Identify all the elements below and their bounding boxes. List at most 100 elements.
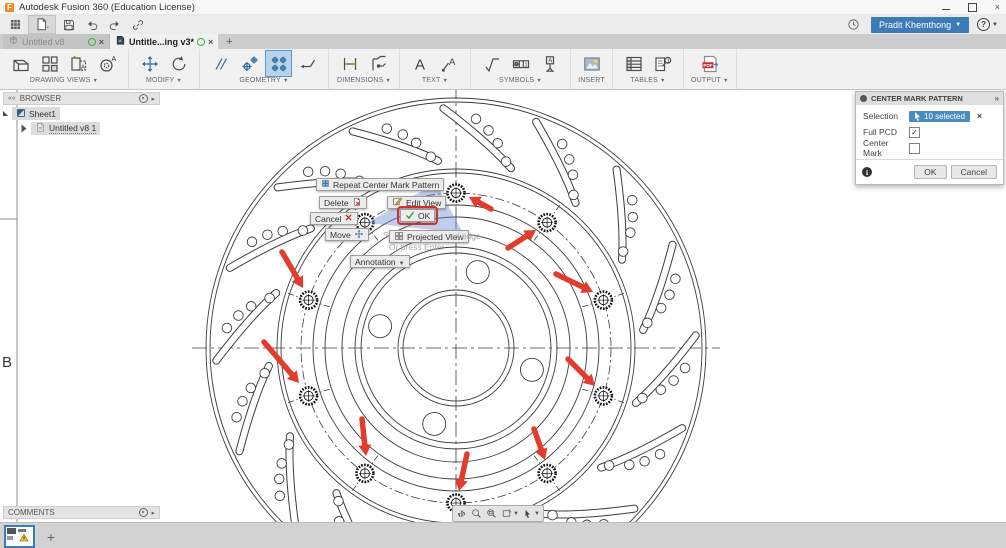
fusion360-window: F Autodesk Fusion 360 (Education License… [0, 0, 1006, 548]
tab-untitled-v8[interactable]: Untitled v8 × [3, 34, 110, 49]
datum-identifier-icon[interactable]: A [536, 50, 563, 77]
browser-panel-header[interactable]: «« BROWSER ▸ [3, 92, 160, 105]
feature-control-frame-icon[interactable]: 1 [507, 50, 534, 77]
maximize-button[interactable] [967, 2, 977, 12]
svg-text:PDF: PDF [703, 63, 712, 68]
ribbon-group-text: A A TEXT ▼ [400, 49, 471, 89]
move-icon[interactable] [136, 50, 163, 77]
section-view-icon[interactable]: A [65, 50, 92, 77]
zoom-icon[interactable] [471, 508, 482, 519]
center-mark-pattern-icon[interactable] [265, 50, 292, 77]
ribbon-group-modify: MODIFY ▼ [129, 49, 200, 89]
collapse-left-icon[interactable]: «« [8, 95, 16, 102]
svg-text:A: A [449, 57, 456, 68]
text-icon[interactable]: A [407, 50, 434, 77]
ribbon-group-drawing-views: A A DRAWING VIEWS ▼ [0, 49, 129, 89]
dock-right-icon[interactable]: » [995, 94, 999, 103]
zoom-window-icon[interactable] [486, 508, 497, 519]
caret-down-icon: ▼ [398, 260, 405, 267]
info-icon[interactable]: i [862, 167, 872, 177]
context-menu-edit-view[interactable]: Edit View [387, 196, 447, 209]
comments-panel-header[interactable]: COMMENTS ▸ [3, 506, 160, 519]
context-menu-ok[interactable]: OK [396, 206, 439, 225]
prompt-hint-text: ed edge [450, 231, 481, 241]
notification-clock-icon[interactable] [843, 16, 863, 33]
chevron-right-icon[interactable]: ▸ [151, 509, 155, 517]
dialog-header[interactable]: CENTER MARK PATTERN » [856, 92, 1003, 105]
dialog-ok-button[interactable]: OK [914, 165, 947, 179]
output-pdf-icon[interactable]: PDF [696, 50, 723, 77]
leader-text-icon[interactable]: A [436, 50, 463, 77]
edge-extension-icon[interactable] [294, 50, 321, 77]
file-menu-button[interactable] [28, 15, 56, 34]
svg-text:A: A [111, 56, 116, 63]
tab-close-icon[interactable]: × [99, 37, 104, 47]
select-icon[interactable]: ▼ [523, 509, 540, 519]
ordinate-dimension-icon[interactable] [365, 50, 392, 77]
collapsed-arrow-icon[interactable] [21, 124, 27, 133]
selection-chip[interactable]: 10 selected [909, 110, 970, 122]
panel-options-icon[interactable] [139, 508, 149, 517]
surface-texture-icon[interactable] [478, 50, 505, 77]
projected-view-large-icon[interactable] [36, 50, 63, 77]
context-menu-repeat-center-mark-pattern[interactable]: Repeat Center Mark Pattern [316, 178, 445, 191]
panel-options-icon[interactable] [139, 94, 149, 103]
centerline-icon[interactable] [207, 50, 234, 77]
tab-label: Untitle...ing v3* [129, 36, 195, 47]
balloon-icon[interactable]: 1 [649, 50, 676, 77]
ribbon-group-label[interactable]: MODIFY [146, 77, 174, 84]
minimize-button[interactable] [941, 4, 950, 10]
center-mark[interactable] [351, 455, 379, 492]
center-mark-icon[interactable] [236, 50, 263, 77]
ribbon-group-label[interactable]: GEOMETRY [239, 77, 281, 84]
context-menu-delete[interactable]: Delete [319, 196, 367, 209]
help-button[interactable]: ? ▼ [977, 18, 998, 31]
tab-untitled-drawing-v3[interactable]: Untitle...ing v3* × [110, 34, 219, 49]
ribbon-group-label[interactable]: INSERT [578, 77, 605, 84]
add-sheet-button[interactable]: + [42, 529, 60, 545]
save-button[interactable] [59, 16, 79, 33]
chevron-right-icon[interactable]: ▸ [151, 95, 155, 103]
ribbon-group-symbols: 1 A SYMBOLS ▼ [471, 49, 571, 89]
table-icon[interactable] [620, 50, 647, 77]
user-account-button[interactable]: Pradit Khemthong ▼ [871, 16, 970, 33]
expanded-arrow-icon[interactable] [3, 111, 8, 116]
canvas-area: B «« BROWSER ▸ Sheet1 Untitled v8 1 COMM… [0, 90, 1006, 522]
app-grid-icon[interactable] [5, 16, 25, 33]
close-button[interactable]: × [995, 2, 1000, 12]
help-icon: ? [977, 18, 991, 31]
redo-button[interactable] [105, 16, 125, 33]
center-mark[interactable] [533, 455, 561, 492]
center-mark[interactable] [533, 204, 561, 241]
ribbon-group-label[interactable]: OUTPUT [691, 77, 721, 84]
green-check-icon [405, 210, 415, 222]
look-at-icon[interactable]: ▼ [501, 508, 519, 519]
user-name: Pradit Khemthong [879, 19, 952, 30]
new-tab-button[interactable]: + [218, 34, 240, 49]
ribbon-group-label[interactable]: DRAWING VIEWS [30, 77, 91, 84]
ribbon-group-label[interactable]: TEXT [422, 77, 441, 84]
pan-icon[interactable] [456, 508, 467, 519]
sheet-tab-thumbnail[interactable] [4, 525, 35, 548]
context-menu-cancel[interactable]: Cancel [310, 212, 359, 225]
ribbon-group-label[interactable]: SYMBOLS [499, 77, 534, 84]
ribbon-group-label[interactable]: DIMENSIONS [337, 77, 383, 84]
full-pcd-checkbox[interactable]: ✓ [909, 126, 920, 138]
dimension-icon[interactable] [336, 50, 363, 77]
share-link-icon[interactable] [128, 16, 148, 33]
dialog-cancel-button[interactable]: Cancel [950, 165, 997, 179]
rotate-icon[interactable] [165, 50, 192, 77]
browser-title: BROWSER [19, 94, 62, 103]
undo-button[interactable] [82, 16, 102, 33]
browser-item-document[interactable]: Untitled v8 1 [12, 122, 101, 135]
clear-selection-icon[interactable]: × [977, 111, 982, 121]
tab-close-icon[interactable]: × [208, 37, 213, 47]
detail-view-icon[interactable]: A [94, 50, 121, 77]
base-view-icon[interactable] [7, 50, 34, 77]
browser-item-sheet1[interactable]: Sheet1 [3, 107, 100, 120]
context-menu-move[interactable]: Move [325, 228, 369, 241]
insert-image-icon[interactable] [578, 50, 605, 77]
center-mark-checkbox[interactable] [909, 142, 920, 154]
context-menu-annotation[interactable]: Annotation ▼ [350, 255, 410, 268]
ribbon-group-label[interactable]: TABLES [630, 77, 658, 84]
